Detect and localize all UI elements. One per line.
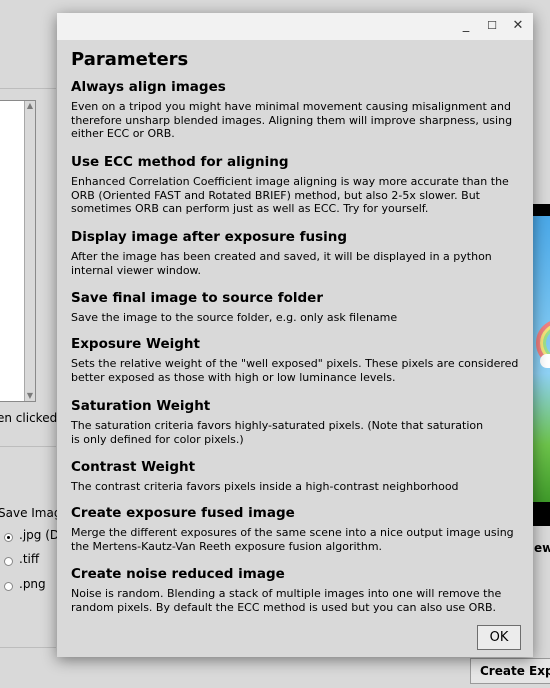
save-image-label: Save Imag bbox=[0, 506, 62, 520]
section-ecc-method: Use ECC method for aligning Enhanced Cor… bbox=[71, 153, 521, 216]
section-heading: Contrast Weight bbox=[71, 459, 196, 475]
section-saturation-weight: Saturation Weight The saturation criteri… bbox=[71, 397, 521, 446]
maximize-icon[interactable]: ☐ bbox=[483, 17, 501, 35]
section-heading: Exposure Weight bbox=[71, 336, 200, 352]
section-text: The saturation criteria favors highly-sa… bbox=[71, 419, 484, 446]
section-display-image: Display image after exposure fusing Afte… bbox=[71, 228, 521, 277]
dialog-titlebar[interactable]: _ ☐ ✕ bbox=[57, 13, 533, 40]
divider bbox=[0, 88, 56, 89]
section-contrast-weight: Contrast Weight The contrast criteria fa… bbox=[71, 458, 521, 494]
format-png-radio[interactable] bbox=[4, 582, 13, 591]
parameters-dialog: _ ☐ ✕ Parameters Always align images Eve… bbox=[57, 13, 533, 657]
minimize-icon[interactable]: _ bbox=[457, 17, 475, 35]
format-jpg-label[interactable]: .jpg (D bbox=[19, 528, 59, 542]
format-tiff-radio[interactable] bbox=[4, 557, 13, 566]
preview-image bbox=[530, 204, 550, 526]
preview-cloud bbox=[540, 354, 550, 368]
ok-button[interactable]: OK bbox=[477, 625, 521, 650]
format-tiff-label[interactable]: .tiff bbox=[19, 552, 39, 566]
section-text: Sets the relative weight of the "well ex… bbox=[71, 357, 519, 384]
section-text: Merge the different exposures of the sam… bbox=[71, 526, 514, 553]
format-jpg-radio[interactable] bbox=[4, 533, 13, 542]
section-create-fused: Create exposure fused image Merge the di… bbox=[71, 504, 521, 553]
preview-side-label: ew bbox=[534, 541, 550, 555]
section-heading: Save final image to source folder bbox=[71, 290, 323, 306]
close-icon[interactable]: ✕ bbox=[509, 17, 527, 35]
section-heading: Create exposure fused image bbox=[71, 505, 295, 521]
format-png-label[interactable]: .png bbox=[19, 577, 46, 591]
section-heading: Saturation Weight bbox=[71, 398, 211, 414]
section-exposure-weight: Exposure Weight Sets the relative weight… bbox=[71, 335, 521, 384]
divider bbox=[0, 647, 56, 648]
section-save-final: Save final image to source folder Save t… bbox=[71, 289, 521, 325]
section-text: Even on a tripod you might have minimal … bbox=[71, 100, 513, 140]
section-heading: Use ECC method for aligning bbox=[71, 154, 289, 170]
section-text: Noise is random. Blending a stack of mul… bbox=[71, 587, 502, 614]
section-heading: Create noise reduced image bbox=[71, 566, 285, 582]
create-button[interactable]: Create Exp bbox=[470, 658, 550, 684]
dialog-title: Parameters bbox=[71, 49, 189, 70]
section-text: Save the image to the source folder, e.g… bbox=[71, 311, 398, 324]
divider bbox=[0, 446, 56, 447]
scroll-down-icon[interactable]: ▼ bbox=[26, 391, 34, 401]
section-text: After the image has been created and sav… bbox=[71, 250, 492, 277]
section-text: The contrast criteria favors pixels insi… bbox=[71, 480, 459, 493]
section-align-images: Always align images Even on a tripod you… bbox=[71, 78, 521, 141]
section-noise-reduced: Create noise reduced image Noise is rand… bbox=[71, 565, 521, 614]
section-text: Enhanced Correlation Coefficient image a… bbox=[71, 175, 509, 215]
section-heading: Display image after exposure fusing bbox=[71, 229, 348, 245]
clicked-label: en clicked bbox=[0, 411, 58, 425]
scroll-up-icon[interactable]: ▲ bbox=[26, 101, 34, 111]
file-list-scrollbar[interactable]: ▲ ▼ bbox=[24, 101, 35, 401]
section-heading: Always align images bbox=[71, 79, 226, 95]
